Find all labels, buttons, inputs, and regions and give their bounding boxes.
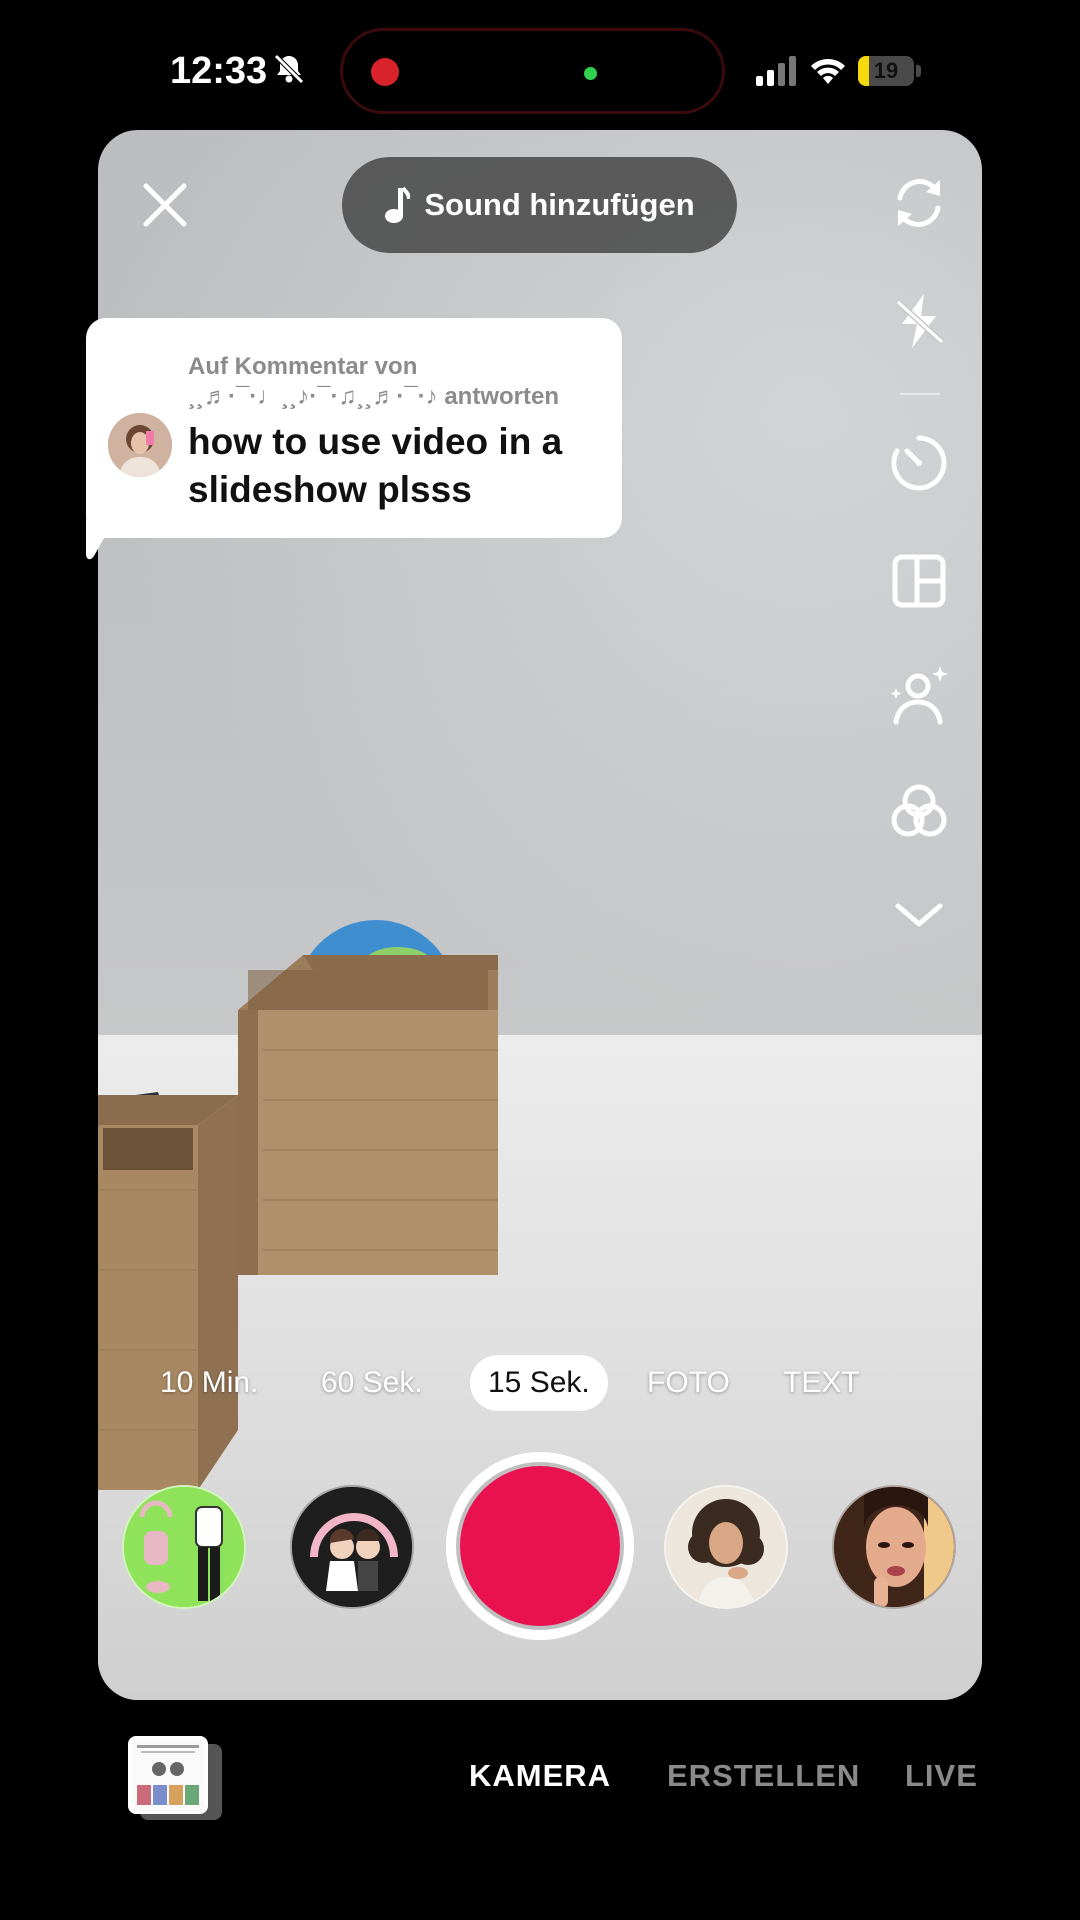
- battery-level: 19: [873, 58, 899, 83]
- layout-button[interactable]: [886, 548, 952, 614]
- bell-slash-icon: [274, 54, 304, 84]
- commenter-avatar-image: [108, 413, 172, 477]
- record-button[interactable]: [446, 1452, 634, 1640]
- bottom-nav: KAMERA ERSTELLEN LIVE: [0, 1700, 1080, 1920]
- filters-button[interactable]: [886, 778, 952, 844]
- duration-15sec[interactable]: 15 Sek.: [470, 1355, 608, 1411]
- tab-live[interactable]: LIVE: [905, 1758, 978, 1794]
- mode-text[interactable]: TEXT: [783, 1355, 860, 1411]
- flash-button[interactable]: [886, 288, 952, 354]
- camera-in-use-dot: [584, 67, 597, 80]
- gallery-upload-button[interactable]: [128, 1736, 208, 1814]
- dynamic-island: [340, 28, 725, 114]
- reply-comment-bubble[interactable]: Auf Kommentar von ¸¸♬·¯·♩¸¸♪·¯·♫¸¸♬·¯·♪ …: [86, 318, 622, 538]
- timer-icon: [891, 435, 947, 491]
- wedding-couple-effect: [292, 1487, 412, 1607]
- record-button-dot: [460, 1466, 620, 1626]
- add-sound-label: Sound hinzufügen: [424, 187, 695, 222]
- reply-comment-text: how to use video in a slideshow plsss: [188, 421, 563, 510]
- reply-header-line1: Auf Kommentar von: [188, 353, 418, 380]
- flip-camera-icon: [897, 179, 941, 227]
- duration-10min[interactable]: 10 Min.: [160, 1355, 258, 1411]
- reply-header-line2: ¸¸♬·¯·♩¸¸♪·¯·♫¸¸♬·¯·♪ antworten: [188, 383, 560, 410]
- close-icon[interactable]: [140, 180, 190, 230]
- timer-button[interactable]: [886, 430, 952, 496]
- mode-photo[interactable]: FOTO: [647, 1355, 730, 1411]
- effect-wedding[interactable]: [290, 1485, 414, 1609]
- chevron-down-icon: [895, 903, 943, 927]
- beauty-button[interactable]: [886, 662, 952, 728]
- gallery-thumbnail-image: [131, 1739, 205, 1811]
- duration-60sec[interactable]: 60 Sek.: [321, 1355, 423, 1411]
- cellular-signal-icon: [756, 56, 796, 86]
- more-tools-button[interactable]: [886, 882, 952, 948]
- record-button-ring: [456, 1462, 624, 1630]
- duration-selector: 10 Min. 60 Sek. 15 Sek. FOTO TEXT: [98, 1355, 982, 1411]
- curly-hair-portrait-effect: [666, 1487, 786, 1607]
- add-sound-button[interactable]: Sound hinzufügen: [342, 157, 737, 253]
- effect-outfit[interactable]: [122, 1485, 246, 1609]
- flip-camera-button[interactable]: [886, 170, 952, 236]
- wifi-icon: [811, 58, 845, 84]
- layout-grid-icon: [892, 554, 946, 608]
- status-bar: 12:33 19: [0, 0, 1080, 130]
- music-note-icon: [385, 186, 411, 223]
- beauty-icon: [890, 666, 948, 725]
- reply-header: Auf Kommentar von ¸¸♬·¯·♩¸¸♪·¯·♫¸¸♬·¯·♪ …: [188, 352, 608, 412]
- toolbar-divider: [900, 393, 940, 395]
- status-time: 12:33: [170, 50, 268, 92]
- tab-camera[interactable]: KAMERA: [469, 1758, 611, 1794]
- battery-icon: 19: [858, 56, 914, 86]
- effect-curly-hair[interactable]: [664, 1485, 788, 1609]
- effect-glam[interactable]: [832, 1485, 956, 1609]
- camera-scene: [98, 920, 498, 1490]
- filters-icon: [891, 784, 947, 837]
- glam-portrait-effect: [834, 1487, 954, 1607]
- tab-create[interactable]: ERSTELLEN: [667, 1758, 860, 1794]
- flash-off-icon: [895, 294, 945, 348]
- outfit-effect: [124, 1487, 244, 1607]
- battery-tip: [916, 65, 921, 77]
- recording-dot: [371, 58, 399, 86]
- commenter-avatar: [108, 413, 172, 477]
